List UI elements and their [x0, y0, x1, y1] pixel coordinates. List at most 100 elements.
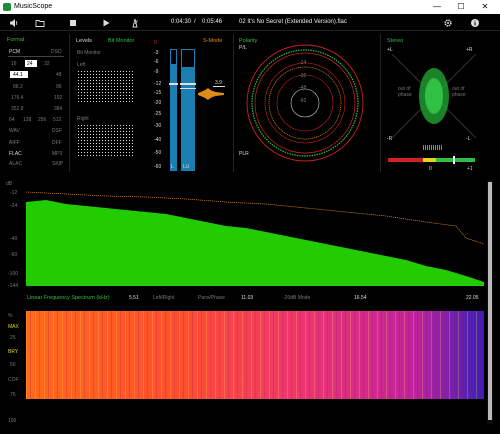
- dsd-rate-64: 64: [9, 117, 15, 123]
- level-scale-tick: 0: [154, 40, 157, 46]
- bit-monitor-left: [77, 70, 133, 104]
- level-meter-left: [170, 49, 177, 171]
- spectrogram-label-50: 50: [10, 362, 16, 368]
- level-scale-tick: -30: [154, 123, 162, 129]
- open-folder-icon[interactable]: [33, 16, 47, 29]
- spectrogram-label-100: 100: [8, 418, 17, 424]
- track-name: 02 It's No Secret (Extended Version).fla…: [239, 19, 347, 25]
- stereo-title: Stereo: [387, 38, 404, 44]
- minimize-button[interactable]: —: [428, 1, 446, 13]
- format-dsf: DSF: [52, 128, 62, 134]
- spectrogram-texture: [26, 311, 484, 399]
- time-total: 0:05:46: [202, 19, 223, 25]
- rate-384: 384: [54, 106, 63, 112]
- format-alac: ALAC: [9, 161, 23, 167]
- bit-monitor-label: Bit Monitor: [77, 50, 101, 56]
- title-bar: MusicScope — ☐ ✕: [0, 0, 500, 14]
- format-flac: FLAC: [9, 151, 22, 157]
- spectrogram-label-75: 75: [10, 392, 16, 398]
- scrollbar-thumb[interactable]: [488, 182, 492, 420]
- meter-label-l: L: [171, 164, 174, 170]
- info-icon[interactable]: [468, 16, 482, 29]
- spectrogram-label-bry: BRY: [8, 349, 19, 355]
- spectrum-mode-label[interactable]: Linear Frequency Spectrum (kHz): [27, 295, 110, 301]
- volume-icon[interactable]: [7, 16, 21, 29]
- spectrum-option-left-right[interactable]: Left/Right: [153, 295, 174, 301]
- window-title: MusicScope: [14, 3, 53, 10]
- spectrogram-image: [26, 311, 484, 399]
- format-aiff: AIFF: [9, 140, 20, 146]
- level-scale-tick: -50: [154, 150, 162, 156]
- vertical-scrollbar[interactable]: [487, 180, 493, 424]
- maximize-button[interactable]: ☐: [452, 1, 470, 13]
- plus-l-label: +L: [387, 47, 393, 53]
- s-mode-label[interactable]: S-Mode: [203, 38, 222, 44]
- rate-176.4: 176.4: [11, 95, 24, 101]
- toolbar: 0:04:30 / 0:05:46 02 It's No Secret (Ext…: [0, 14, 500, 31]
- level-scale-tick: -20: [154, 100, 162, 106]
- spectrum-option-minus20db[interactable]: -20dB Mode: [283, 295, 310, 301]
- level-scale-tick: -12: [154, 81, 162, 87]
- settings-gear-icon[interactable]: [441, 16, 455, 29]
- format-skip: SKIP: [52, 161, 64, 167]
- correlation-zero: 0: [429, 166, 432, 172]
- polarity-scale-24: -24: [299, 60, 307, 66]
- format-mp3: MP3: [52, 151, 63, 157]
- dsd-label: DSD: [51, 49, 62, 55]
- spectrum-x-tick-22.05: 22.05: [466, 295, 479, 301]
- spectrogram-pct-label: %: [8, 313, 13, 319]
- rms-marker: [180, 88, 196, 89]
- rate-88.2: 88.2: [13, 84, 23, 90]
- spectrum-x-tick-11.03: 11.03: [241, 295, 254, 301]
- dsd-rate-512: 512: [53, 117, 62, 123]
- spectrum-graph: [26, 191, 484, 286]
- level-scale-tick: -25: [154, 111, 162, 117]
- meter-label-lu: LU: [183, 164, 190, 170]
- app-icon: [3, 3, 11, 11]
- format-dff: DFF: [52, 140, 62, 146]
- rate-48: 48: [56, 72, 62, 78]
- level-meter-right: [181, 49, 195, 171]
- spectrum-tick-144: -144: [8, 283, 19, 289]
- correlation-meter: [388, 158, 475, 162]
- level-scale-tick: -15: [154, 90, 162, 96]
- bit-monitor-mode[interactable]: Bit Monitor: [108, 38, 134, 44]
- bit-depth-16: 16: [11, 61, 17, 67]
- out-of-phase-right: out of phase: [452, 86, 466, 98]
- rate-192: 192: [54, 95, 63, 101]
- bit-depth-24: 24: [27, 61, 33, 67]
- level-scale-tick: -60: [154, 164, 162, 170]
- spectrogram-label-max: MAX: [8, 324, 19, 330]
- pcm-label: PCM: [9, 49, 21, 55]
- spectrogram-label-cof: COF: [8, 377, 19, 383]
- rate-352.8: 352.8: [11, 106, 24, 112]
- close-button[interactable]: ✕: [476, 1, 494, 13]
- peak-marker-left: [169, 83, 178, 85]
- spectrum-tick-12: -12: [10, 190, 18, 196]
- time-current: 0:04:30: [171, 19, 192, 25]
- spectrum-tick-24: -24: [10, 203, 18, 209]
- spectrum-tick-100: -100: [8, 271, 19, 277]
- play-icon[interactable]: [99, 16, 113, 29]
- correlation-marker: [453, 156, 455, 164]
- level-scale-tick: -9: [154, 69, 159, 75]
- right-channel-label: Right: [77, 116, 89, 122]
- format-wav: WAV: [9, 128, 20, 134]
- spectrum-option-pans-phase[interactable]: Pans/Phase: [198, 295, 225, 301]
- spectrum-x-tick-5.51: 5.51: [129, 295, 139, 301]
- peak-marker-right: [180, 83, 196, 85]
- rate-44.1: 44.1: [13, 72, 23, 78]
- metronome-icon[interactable]: [128, 16, 142, 29]
- bit-monitor-right: [77, 124, 133, 158]
- out-of-phase-left: out of phase: [398, 86, 412, 98]
- spectrum-x-tick-16.54: 16.54: [354, 295, 367, 301]
- spectrum-panel: dB -12 -24 -40 -60 -100 -144: [0, 178, 500, 290]
- spectrogram-label-25: 25: [10, 335, 16, 341]
- polarity-scale-60: -60: [299, 98, 307, 104]
- spectrum-tick-40: -40: [10, 236, 18, 242]
- rate-96: 96: [56, 84, 62, 90]
- level-scale-tick: -40: [154, 137, 162, 143]
- stop-icon[interactable]: [66, 16, 80, 29]
- polarity-scale-48: -48: [299, 85, 307, 91]
- phase-history: [423, 145, 443, 150]
